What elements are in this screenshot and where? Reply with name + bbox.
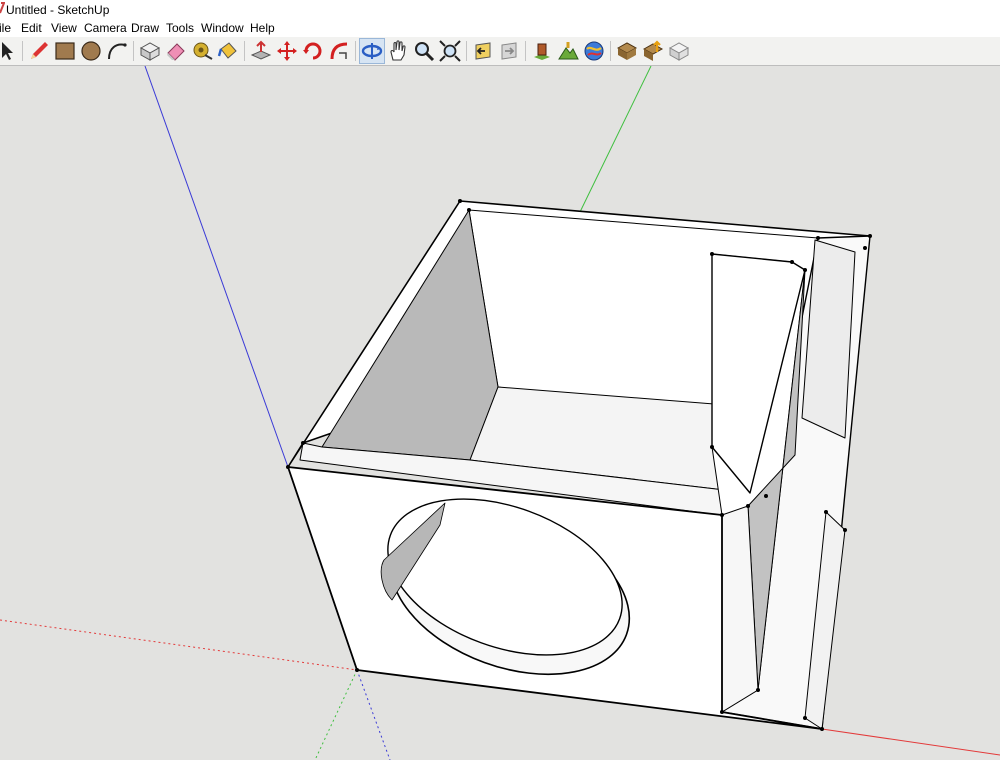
arrow-cursor-icon [2,42,13,60]
toolbar-separator [22,41,23,61]
hand-pan-icon [390,40,406,61]
follow-me-tool[interactable] [327,39,351,63]
share-component-tool[interactable] [667,39,691,63]
photo-textures-tool[interactable] [582,39,606,63]
pan-tool[interactable] [386,39,410,63]
rotate-tool[interactable] [301,39,325,63]
eraser-tool[interactable] [164,39,188,63]
menu-file[interactable]: ile [0,21,11,35]
menu-draw[interactable]: Draw [131,21,159,35]
toolbar-separator [525,41,526,61]
push-pull-icon [250,40,272,60]
push-pull-tool[interactable] [249,39,273,63]
pencil-icon [31,42,48,59]
menu-help[interactable]: Help [250,21,275,35]
title-bar: Untitled - SketchUp [0,0,1000,19]
previous-view-tool[interactable] [471,39,495,63]
menu-camera[interactable]: Camera [84,21,127,35]
orbit-icon [361,43,383,59]
select-tool[interactable] [0,39,18,63]
menu-tools[interactable]: Tools [166,21,194,35]
follow-me-icon [330,42,348,60]
add-location-tool[interactable] [530,39,554,63]
rectangle-icon [55,42,75,60]
arc-icon [108,43,127,60]
arc-tool[interactable] [105,39,129,63]
model-viewport[interactable] [0,66,1000,760]
toolbar-separator [610,41,611,61]
menu-bar: ile Edit View Camera Draw Tools Window H… [0,19,1000,37]
pencil-line-tool[interactable] [27,39,51,63]
sketchup-app-icon [0,2,5,14]
globe-icon [584,41,604,61]
move-tool[interactable] [275,39,299,63]
zoom-extents-tool[interactable] [438,39,462,63]
menu-edit[interactable]: Edit [21,21,42,35]
share-model-tool[interactable] [641,39,665,63]
rotate-icon [303,42,322,60]
paint-bucket-icon [217,42,237,59]
share-component-icon [668,42,690,61]
zoom-tool[interactable] [412,39,436,63]
toggle-terrain-tool[interactable] [556,39,580,63]
make-component-tool[interactable] [138,39,162,63]
move-arrows-icon [277,41,297,61]
circle-icon [81,41,101,61]
magnifier-icon [415,42,435,62]
paint-bucket-tool[interactable] [216,39,240,63]
menu-view[interactable]: View [51,21,77,35]
circle-tool[interactable] [79,39,103,63]
rectangle-tool[interactable] [53,39,77,63]
previous-view-icon [475,42,491,60]
tape-measure-icon [193,42,213,60]
large-tool-set-toolbar [0,37,1000,66]
toolbar-separator [244,41,245,61]
next-view-icon [501,42,517,60]
toolbar-separator [466,41,467,61]
add-location-icon [534,43,550,60]
tape-measure-tool[interactable] [190,39,214,63]
orbit-tool[interactable] [359,38,385,64]
toolbar-separator [355,41,356,61]
get-models-tool[interactable] [615,39,639,63]
toolbar-separator [133,41,134,61]
share-model-icon [642,40,664,61]
component-box-icon [139,42,161,61]
next-view-tool[interactable] [497,39,521,63]
terrain-icon [558,42,579,60]
eraser-icon [167,43,185,61]
zoom-extents-icon [439,40,461,62]
menu-window[interactable]: Window [201,21,244,35]
window-title: Untitled - SketchUp [6,3,110,17]
get-models-icon [616,42,638,60]
